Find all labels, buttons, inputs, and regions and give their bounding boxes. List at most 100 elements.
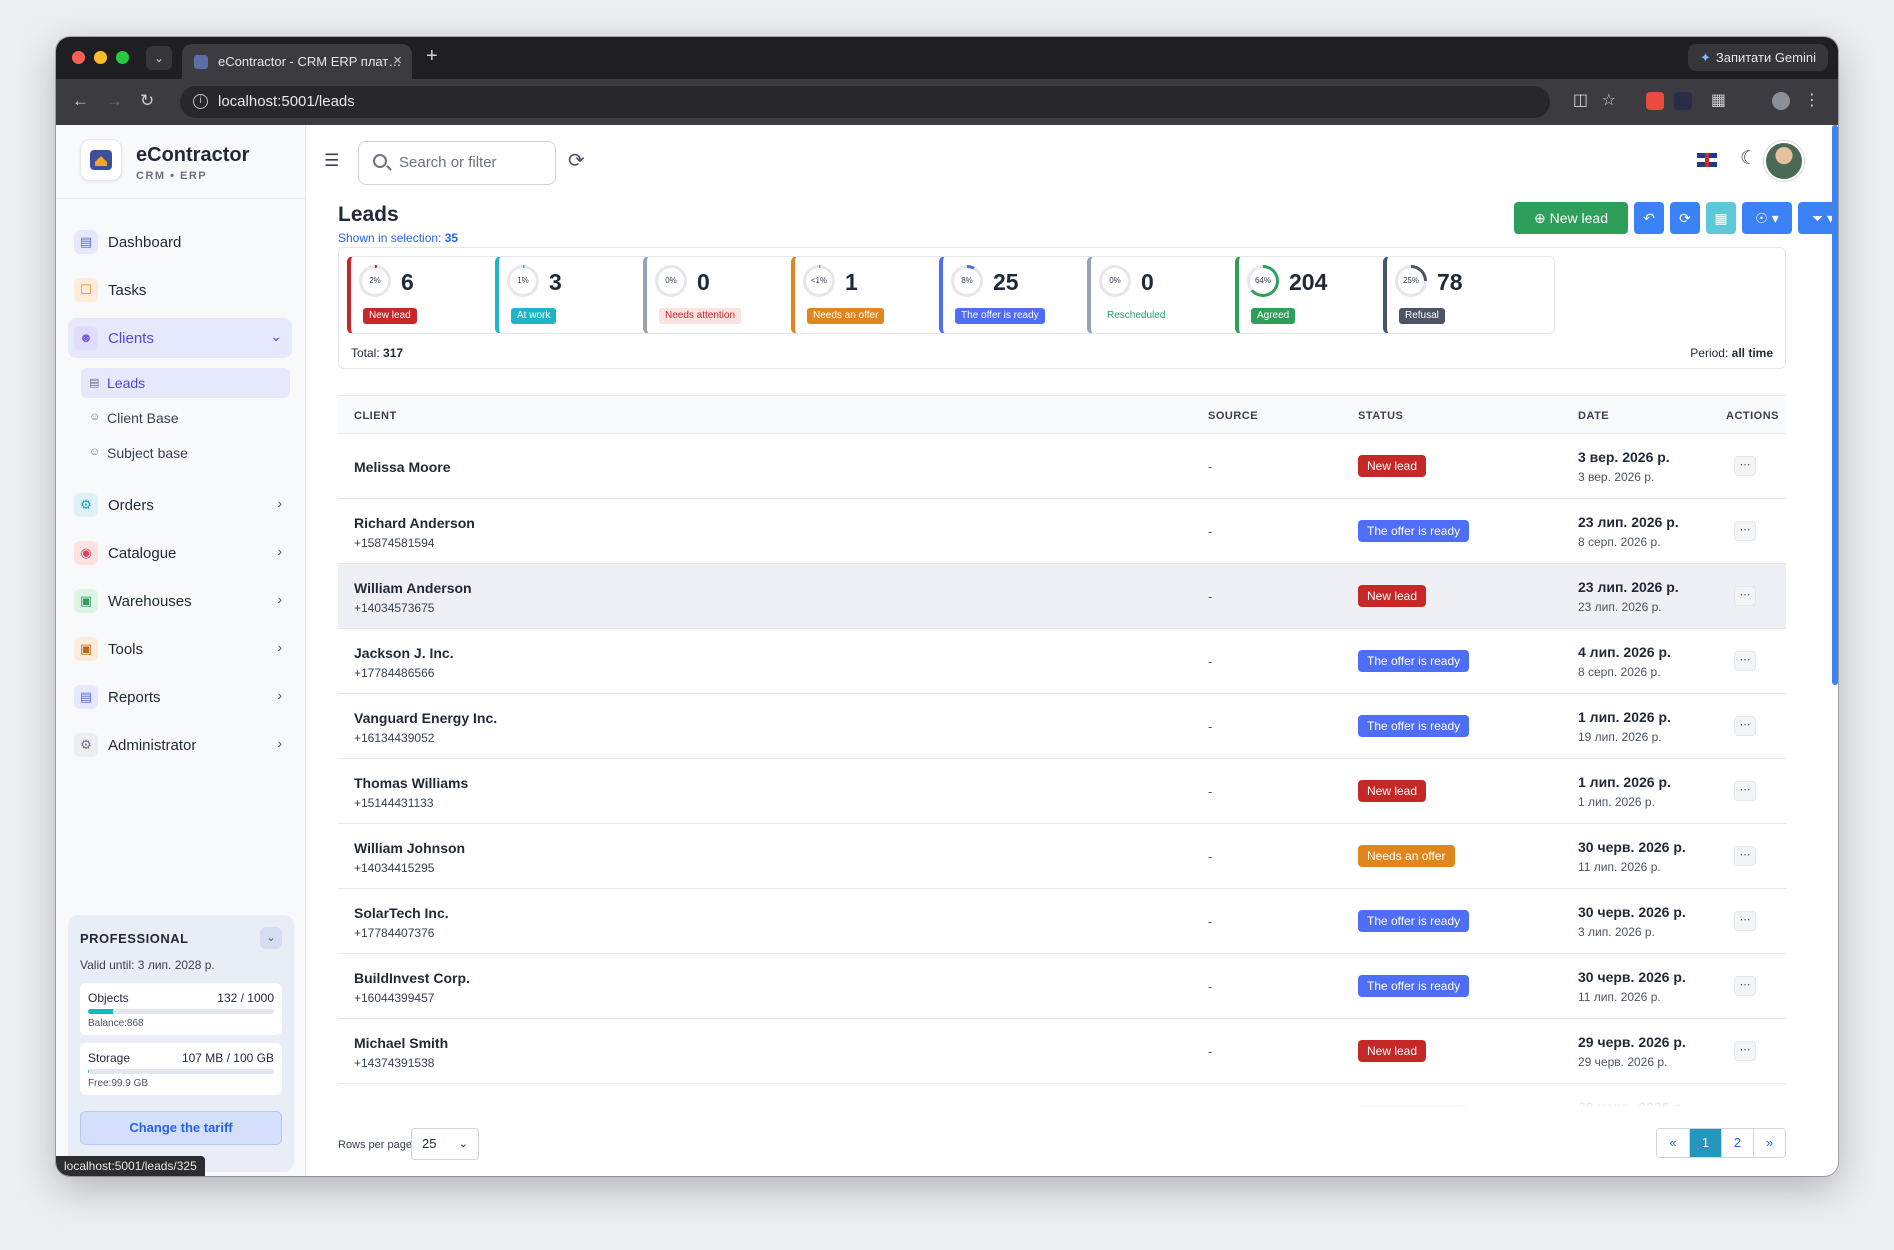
new-tab-button[interactable]: + <box>426 45 438 68</box>
table-row[interactable]: SolarTech Inc. +17784407376 - The offer is … <box>338 889 1786 954</box>
row-actions-button[interactable]: ⋯ <box>1734 846 1756 866</box>
forward-arrow-icon[interactable]: → <box>106 91 123 111</box>
client-name[interactable]: Jackson J. Inc. <box>354 645 454 661</box>
dark-mode-icon[interactable]: ☾ <box>1740 147 1757 170</box>
collapse-plan-button[interactable]: ⌄ <box>260 927 282 949</box>
sidebar-item-warehouses[interactable]: ▣ Warehouses › <box>68 581 292 621</box>
minimize-window-button[interactable] <box>94 51 107 64</box>
column-date[interactable]: DATE <box>1578 410 1609 422</box>
undo-button[interactable]: ↶ <box>1634 202 1664 234</box>
page-2-button[interactable]: 2 <box>1721 1129 1753 1157</box>
rows-per-page-select[interactable]: 25 ⌄ <box>411 1128 479 1160</box>
table-row[interactable]: Vanguard Energy Inc. +16134439052 - The off… <box>338 694 1786 759</box>
new-lead-button[interactable]: ⊕ New lead <box>1514 202 1628 234</box>
site-info-icon[interactable]: i <box>193 94 208 109</box>
client-name[interactable]: Thomas Williams <box>354 775 468 791</box>
stat-card-the-offer-is-ready[interactable]: 8% 25 The offer is ready <box>939 256 1111 334</box>
column-client[interactable]: CLIENT <box>354 410 397 422</box>
close-window-button[interactable] <box>72 51 85 64</box>
sidebar-subitem-leads[interactable]: ▤ Leads <box>81 368 290 398</box>
install-app-icon[interactable]: ◫ <box>1573 90 1588 110</box>
sidebar-item-reports[interactable]: ▤ Reports › <box>68 677 292 717</box>
address-bar[interactable]: i localhost:5001/leads <box>180 86 1550 118</box>
table-row[interactable]: William Anderson +14034573675 - New lead 23 … <box>338 564 1786 629</box>
table-row[interactable]: Jackson J. Inc. +17784486566 - The offer is… <box>338 629 1786 694</box>
page-1-button[interactable]: 1 <box>1689 1129 1721 1157</box>
stat-card-at-work[interactable]: 1% 3 At work <box>495 256 667 334</box>
profile-icon[interactable] <box>1772 92 1790 110</box>
maximize-window-button[interactable] <box>116 51 129 64</box>
avatar[interactable] <box>1764 141 1804 181</box>
table-row[interactable]: Melissa Moore - New lead 3 вер. 2026 р. 3 ве… <box>338 434 1786 499</box>
language-flag-icon[interactable] <box>1697 153 1717 167</box>
sidebar-item-administrator[interactable]: ⚙ Administrator › <box>68 725 292 765</box>
app: eContractor CRM • ERP ▤ Dashboard ☐ Task… <box>56 125 1838 1176</box>
row-actions-button[interactable]: ⋯ <box>1734 521 1756 541</box>
sidebar-item-tools[interactable]: ▣ Tools › <box>68 629 292 669</box>
tab-bar: ⌄ eContractor - CRM ERP плат… × + ✦ Запит… <box>56 37 1838 79</box>
brand[interactable]: eContractor CRM • ERP <box>56 125 306 199</box>
back-arrow-icon[interactable]: ← <box>72 91 89 111</box>
change-tariff-button[interactable]: Change the tariff <box>80 1111 282 1145</box>
column-status[interactable]: STATUS <box>1358 410 1403 422</box>
column-source[interactable]: SOURCE <box>1208 410 1258 422</box>
reload-icon[interactable]: ↻ <box>140 91 154 111</box>
client-name[interactable]: BuildInvest Corp. <box>354 970 470 986</box>
extension-icon[interactable] <box>1646 92 1664 110</box>
row-actions-button[interactable]: ⋯ <box>1734 456 1756 476</box>
row-actions-button[interactable]: ⋯ <box>1734 1041 1756 1061</box>
sidebar-item-tasks[interactable]: ☐ Tasks <box>68 270 292 310</box>
sidebar-item-catalogue[interactable]: ◉ Catalogue › <box>68 533 292 573</box>
tab-search-button[interactable]: ⌄ <box>146 46 172 70</box>
client-name[interactable]: SolarTech Inc. <box>354 905 449 921</box>
lead-date: 1 лип. 2026 р. <box>1578 774 1671 790</box>
search-input[interactable] <box>399 154 549 171</box>
menu-toggle-icon[interactable]: ☰ <box>324 151 339 171</box>
next-page-button[interactable]: » <box>1753 1129 1785 1157</box>
row-actions-button[interactable]: ⋯ <box>1734 586 1756 606</box>
client-name[interactable]: Vanguard Energy Inc. <box>354 710 497 726</box>
table-row[interactable]: Thomas Williams +15144431133 - New lead 1 ли… <box>338 759 1786 824</box>
close-tab-icon[interactable]: × <box>393 52 402 69</box>
free-note: Free:99.9 GB <box>88 1078 149 1089</box>
search-box[interactable] <box>358 141 556 185</box>
grid-icon: ▦ <box>1714 210 1728 226</box>
sidebar-item-clients[interactable]: ☻ Clients ⌄ <box>68 318 292 358</box>
prev-page-button[interactable]: « <box>1657 1129 1689 1157</box>
row-actions-button[interactable]: ⋯ <box>1734 976 1756 996</box>
client-name[interactable]: William Anderson <box>354 580 472 596</box>
stat-card-needs-attention[interactable]: 0% 0 Needs attention <box>643 256 815 334</box>
lead-source: - <box>1208 524 1213 539</box>
browser-tab[interactable]: eContractor - CRM ERP плат… × <box>182 44 412 79</box>
stat-card-agreed[interactable]: 64% 204 Agreed <box>1235 256 1407 334</box>
bookmark-star-icon[interactable]: ☆ <box>1602 90 1616 110</box>
sidebar-item-dashboard[interactable]: ▤ Dashboard <box>68 222 292 262</box>
refresh-icon[interactable]: ⟳ <box>568 148 585 173</box>
table-row[interactable]: Richard Anderson +15874581594 - The offer i… <box>338 499 1786 564</box>
row-actions-button[interactable]: ⋯ <box>1734 781 1756 801</box>
browser-menu-icon[interactable]: ⋮ <box>1804 90 1820 110</box>
row-actions-button[interactable]: ⋯ <box>1734 651 1756 671</box>
extension-icon[interactable] <box>1674 92 1692 110</box>
stat-card-refusal[interactable]: 25% 78 Refusal <box>1383 256 1555 334</box>
sidebar-item-orders[interactable]: ⚙ Orders › <box>68 485 292 525</box>
page-scrollbar[interactable] <box>1832 125 1838 685</box>
client-name[interactable]: William Johnson <box>354 840 465 856</box>
stat-card-rescheduled[interactable]: 0% 0 Rescheduled <box>1087 256 1259 334</box>
stat-card-needs-an-offer[interactable]: <1% 1 Needs an offer <box>791 256 963 334</box>
client-name[interactable]: Michael Smith <box>354 1035 448 1051</box>
grid-view-button[interactable]: ▦ <box>1706 202 1736 234</box>
extensions-puzzle-icon[interactable]: ▦ <box>1711 90 1726 110</box>
row-actions-button[interactable]: ⋯ <box>1734 716 1756 736</box>
sidebar-subitem-client-base[interactable]: ☺ Client Base <box>81 403 290 433</box>
stat-card-new-lead[interactable]: 2% 6 New lead <box>347 256 519 334</box>
row-actions-button[interactable]: ⋯ <box>1734 911 1756 931</box>
table-row[interactable]: William Johnson +14034415295 - Needs an off… <box>338 824 1786 889</box>
gemini-button[interactable]: ✦ Запитати Gemini <box>1687 44 1828 71</box>
status-filter-dropdown[interactable]: ☉ ▾ <box>1742 202 1792 234</box>
reload-list-button[interactable]: ⟳ <box>1670 202 1700 234</box>
client-name[interactable]: Richard Anderson <box>354 515 475 531</box>
sidebar-subitem-subject-base[interactable]: ☺ Subject base <box>81 438 290 468</box>
table-row[interactable]: BuildInvest Corp. +16044399457 - The offer … <box>338 954 1786 1019</box>
client-name[interactable]: Melissa Moore <box>354 459 450 475</box>
